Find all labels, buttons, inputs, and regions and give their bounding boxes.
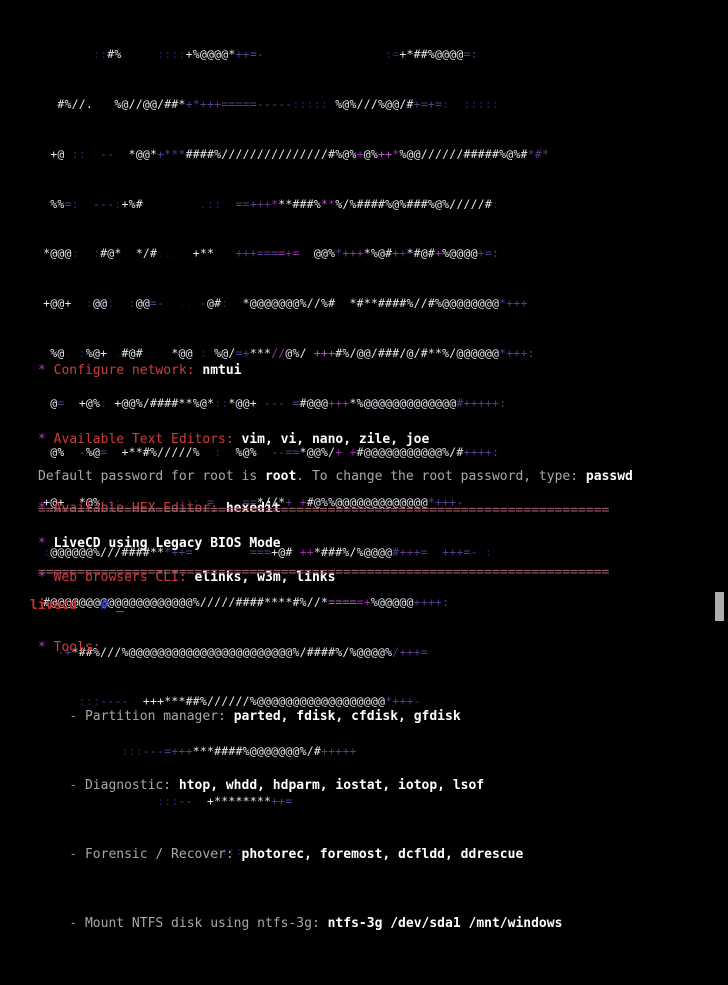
- tool-label: Diagnostic:: [84, 778, 179, 794]
- bios-mode-line: * LiveCD using Legacy BIOS Mode: [38, 535, 281, 552]
- bios-mode-text: LiveCD using Legacy BIOS Mode: [53, 536, 281, 551]
- note-prefix: Default password for root is: [38, 469, 265, 484]
- dash-icon: -: [69, 708, 78, 724]
- dash-icon: -: [69, 847, 78, 863]
- tool-label: Mount NTFS disk using ntfs-3g:: [84, 916, 328, 932]
- prompt-symbol: #: [100, 598, 109, 613]
- scrollbar-thumb[interactable]: [715, 592, 724, 621]
- tool-value: ntfs-3g /dev/sda1 /mnt/windows: [327, 916, 563, 932]
- shell-prompt[interactable]: livecd ~ # _: [30, 597, 124, 614]
- tool-label: Forensic / Recover:: [84, 847, 242, 863]
- tool-line-forensic-recover: - Forensic / Recover: photorec, foremost…: [38, 846, 562, 863]
- tool-line-mount-ntfs: - Mount NTFS disk using ntfs-3g: ntfs-3g…: [38, 915, 562, 932]
- bullet-icon: *: [38, 432, 46, 448]
- note-command-value: passwd: [585, 469, 633, 484]
- default-password-note: Default password for root is root. To ch…: [38, 468, 633, 485]
- info-value: nmtui: [202, 362, 242, 378]
- separator-bottom: ========================================…: [38, 565, 610, 580]
- ascii-art-row: ::#%. ::::+%@@@@*++=- :=+*##%@@@@=:: [93, 47, 478, 62]
- ascii-art-row: +@ :: -- *@@*+***####%///////////////#%@…: [50, 146, 549, 161]
- info-label: Available Text Editors: [53, 432, 226, 448]
- info-value: vim, vi, nano, zile, joe: [241, 432, 430, 448]
- dash-icon: -: [69, 778, 78, 794]
- info-line-configure-network: * Configure network: nmtui: [38, 362, 562, 379]
- tool-line-diagnostic: - Diagnostic: htop, whdd, hdparm, iostat…: [38, 777, 562, 794]
- text-cursor: _: [116, 598, 124, 613]
- terminal-screen[interactable]: ::#%. ::::+%@@@@*++=- :=+*##%@@@@=: #%//…: [0, 0, 728, 931]
- tool-value: htop, whdd, hdparm, iostat, iotop, lsof: [178, 778, 485, 794]
- tool-label: Partition manager:: [84, 708, 234, 724]
- info-line-tools: * Tools:: [38, 639, 562, 656]
- prompt-hostname: livecd: [30, 598, 77, 613]
- info-line-text-editors: * Available Text Editors: vim, vi, nano,…: [38, 431, 562, 448]
- tool-line-partition-manager: - Partition manager: parted, fdisk, cfdi…: [38, 708, 562, 725]
- info-list: * Configure network: nmtui * Available T…: [38, 310, 562, 985]
- tool-value: parted, fdisk, cfdisk, gfdisk: [233, 708, 461, 724]
- bullet-icon: *: [38, 362, 46, 378]
- info-label: Tools: [53, 639, 93, 655]
- dash-icon: -: [69, 916, 78, 932]
- info-separator: :: [186, 362, 203, 378]
- ascii-art-row: #%//. %@//@@/##*+*+++=====-----::::: %@%…: [57, 96, 500, 111]
- ascii-art-row: *@@@: :#@* */#.....+** +++====+= @@%*+++…: [43, 246, 500, 261]
- note-middle: . To change the root password, type:: [296, 469, 586, 484]
- info-separator: :: [225, 432, 242, 448]
- info-separator: :: [92, 639, 101, 655]
- bullet-icon: *: [38, 639, 46, 655]
- bullet-icon: *: [38, 536, 46, 551]
- ascii-art-row: %%=: ---:+%# .:: ==+++***###%**%/%####%@…: [50, 196, 500, 211]
- info-label: Configure network: [53, 362, 187, 378]
- separator-top: ========================================…: [38, 503, 610, 518]
- tool-value: photorec, foremost, dcfldd, ddrescue: [241, 847, 524, 863]
- scrollbar-track[interactable]: [712, 0, 728, 656]
- prompt-path: ~: [84, 598, 93, 613]
- note-password-value: root: [264, 469, 297, 484]
